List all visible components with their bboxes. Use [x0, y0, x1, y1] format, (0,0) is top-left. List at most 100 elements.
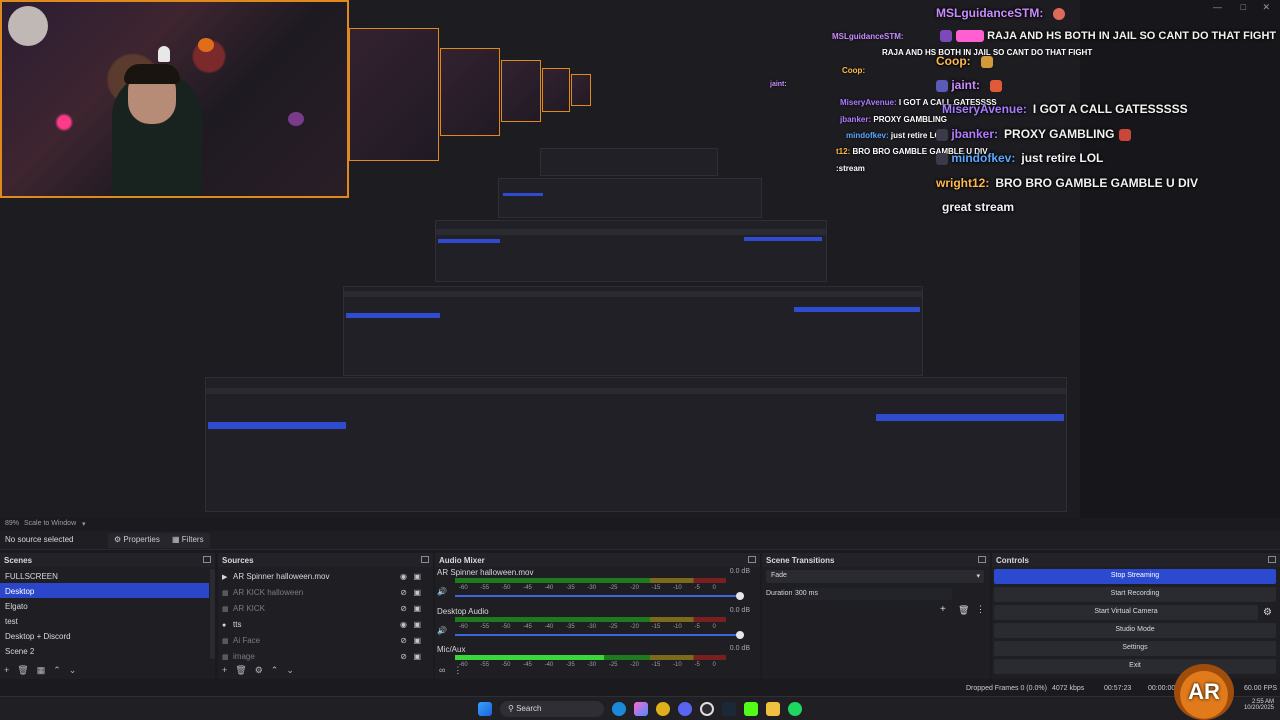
windows-start-icon[interactable] [478, 702, 492, 716]
lock-icon[interactable]: ▣ [413, 604, 421, 613]
arrow-down-icon[interactable]: ⌄ [286, 665, 294, 675]
trash-icon[interactable]: 🗑 [958, 605, 969, 616]
add-icon[interactable]: + [222, 665, 227, 675]
chevron-down-icon[interactable]: ▾ [82, 520, 86, 528]
kick-icon[interactable] [744, 702, 758, 716]
meter-tick-label: -10 [673, 624, 682, 630]
volume-slider[interactable] [455, 631, 744, 639]
properties-button[interactable]: ⚙ Properties [108, 533, 166, 548]
undock-icon[interactable] [1268, 556, 1276, 563]
scenes-toolbar: + 🗑 ▦ ⌃ ⌄ [4, 665, 84, 677]
obs-icon[interactable] [700, 702, 714, 716]
lock-icon[interactable]: ▣ [413, 620, 421, 629]
eye-icon[interactable]: ◉ [400, 620, 407, 629]
arrow-down-icon[interactable]: ⌄ [69, 665, 77, 675]
start-recording-button[interactable]: Start Recording [994, 587, 1276, 602]
rec-time: 00:00:00 [1148, 685, 1176, 692]
scene-item-selected[interactable]: Desktop [0, 583, 209, 598]
volume-slider[interactable] [455, 592, 744, 600]
copilot-icon[interactable] [634, 702, 648, 716]
lock-icon[interactable]: ▣ [413, 572, 421, 581]
nested-obs-window [205, 377, 1067, 512]
chat-line: great stream [942, 200, 1015, 214]
source-item[interactable]: ▦ AR KICK halloween ⊘ ▣ [218, 584, 429, 599]
link-icon[interactable]: ∞ [439, 665, 445, 675]
add-icon[interactable]: + [940, 604, 946, 615]
webcam-overlay [0, 0, 349, 198]
close-icon[interactable]: ✕ [1262, 2, 1270, 13]
source-item[interactable]: ▦ Ai Face ⊘ ▣ [218, 632, 429, 647]
mini-chat-line: :stream [836, 164, 865, 173]
undock-icon[interactable] [421, 556, 429, 563]
search-icon: ⚲ [508, 704, 514, 713]
transitions-header: Scene Transitions [762, 553, 990, 567]
channel-db: 0.0 dB [729, 645, 750, 652]
edge-icon[interactable] [612, 702, 626, 716]
source-item[interactable]: ▶ AR Spinner halloween.mov ◉ ▣ [218, 568, 429, 583]
source-item[interactable]: ▦ AR KICK ⊘ ▣ [218, 600, 429, 615]
taskbar-search[interactable]: ⚲ Search [500, 701, 604, 717]
gear-icon[interactable]: ⚙ [255, 665, 263, 675]
eye-hidden-icon[interactable]: ⊘ [400, 588, 407, 597]
filters-button[interactable]: ▦ Filters [166, 533, 210, 548]
scrollbar[interactable] [210, 569, 215, 659]
meter-tick-label: -55 [480, 624, 490, 630]
scene-item[interactable]: Scene 2 [0, 643, 209, 658]
speaker-icon[interactable]: 🔊 [437, 587, 447, 596]
slider-knob[interactable] [736, 592, 744, 600]
lock-icon[interactable]: ▣ [413, 636, 421, 645]
mini-chat-overlay: MSLguidanceSTM: RAJA AND HS BOTH IN JAIL… [770, 32, 1092, 178]
more-icon[interactable]: ⋮ [453, 665, 462, 675]
trash-icon[interactable]: 🗑 [17, 665, 28, 675]
meter-tick-label: -30 [587, 624, 597, 630]
lock-icon[interactable]: ▣ [413, 652, 421, 661]
add-icon[interactable]: + [4, 665, 9, 675]
trash-icon[interactable]: 🗑 [235, 665, 246, 675]
meter-tick-label: 0 [712, 624, 716, 630]
minimize-icon[interactable]: — [1213, 2, 1222, 12]
undock-icon[interactable] [203, 556, 211, 563]
scale-mode-select[interactable]: Scale to Window [24, 520, 76, 527]
exit-button[interactable]: Exit [994, 659, 1276, 674]
scene-item[interactable]: Elgato [0, 598, 209, 613]
undock-icon[interactable] [748, 556, 756, 563]
nested-obs-window [343, 286, 923, 376]
streamer-hair [124, 64, 180, 84]
source-item[interactable]: ▦ image ⊘ ▣ [218, 648, 429, 663]
chrome-icon[interactable] [656, 702, 670, 716]
source-item[interactable]: ● tts ◉ ▣ [218, 616, 429, 631]
settings-button[interactable]: Settings [994, 641, 1276, 656]
spotify-icon[interactable] [788, 702, 802, 716]
taskbar-clock[interactable]: 2:55 AM 10/20/2025 [1244, 699, 1274, 711]
eye-icon[interactable]: ◉ [400, 572, 407, 581]
recursive-webcam-copy [571, 74, 591, 106]
stop-streaming-button[interactable]: Stop Streaming [994, 569, 1276, 584]
arrow-up-icon[interactable]: ⌃ [271, 665, 279, 675]
arrow-up-icon[interactable]: ⌃ [53, 665, 61, 675]
speaker-icon[interactable]: 🔊 [437, 626, 447, 635]
eye-hidden-icon[interactable]: ⊘ [400, 652, 407, 661]
folder-icon[interactable] [766, 702, 780, 716]
slider-knob[interactable] [736, 631, 744, 639]
meter-ticks: -60 -55 -50 -45 -40 -35 -30 -25 -20 -15 -10 -5 0 [459, 662, 716, 670]
filter-icon[interactable]: ▦ [37, 665, 46, 675]
eye-hidden-icon[interactable]: ⊘ [400, 604, 407, 613]
meter-tick-label: -55 [480, 585, 490, 591]
pumpkin-decoration [198, 38, 214, 52]
undock-icon[interactable] [978, 556, 986, 563]
gear-icon[interactable]: ⚙ [1263, 607, 1272, 618]
steam-icon[interactable] [722, 702, 736, 716]
scene-item[interactable]: FULLSCREEN [0, 568, 209, 583]
maximize-icon[interactable]: □ [1241, 2, 1246, 12]
studio-mode-button[interactable]: Studio Mode [994, 623, 1276, 638]
transition-select[interactable]: Fade ▾ [766, 570, 984, 583]
scene-item[interactable]: test [0, 613, 209, 628]
meter-tick-label: -15 [651, 662, 661, 668]
scene-item[interactable]: Desktop + Discord [0, 628, 209, 643]
more-icon[interactable]: ⋮ [976, 604, 985, 615]
discord-icon[interactable] [678, 702, 692, 716]
lock-icon[interactable]: ▣ [413, 588, 421, 597]
start-virtual-camera-button[interactable]: Start Virtual Camera [994, 605, 1258, 620]
duration-input[interactable]: 300 ms [792, 588, 952, 600]
eye-hidden-icon[interactable]: ⊘ [400, 636, 407, 645]
